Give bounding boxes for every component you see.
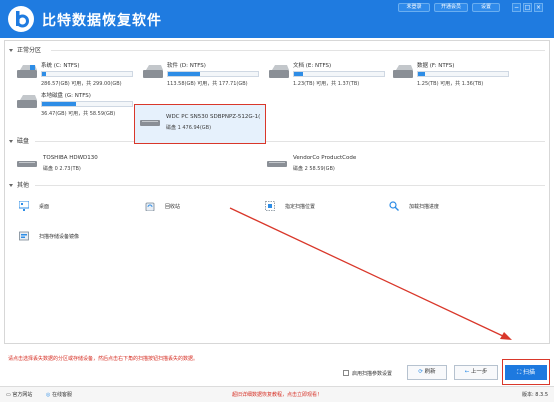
website-link[interactable]: ▭ 官方网站 <box>6 391 32 398</box>
app-logo-icon <box>8 6 34 32</box>
partition-f[interactable]: 数据 (F: NTFS) 1.25(TB) 可用，共 1.36(TB) <box>393 61 513 95</box>
section-other[interactable]: 其他 <box>9 180 29 189</box>
disk-0[interactable]: TOSHIBA HDWD130 磁盘 0 2.73(TB) <box>17 155 127 177</box>
scan-button[interactable]: ⛶ 扫描 <box>505 365 547 380</box>
app-title: 比特数据恢复软件 <box>42 13 162 29</box>
section-divider <box>35 141 545 142</box>
partition-e[interactable]: 文档 (E: NTFS) 1.23(TB) 可用，共 1.37(TB) <box>269 61 389 95</box>
status-bar: ▭ 官方网站 ◎ 在线客服 超旧详细数据恢复教程，点击立即观看！ 版本: 8.3… <box>0 386 554 402</box>
section-divider <box>35 185 545 186</box>
partition-d[interactable]: 软件 (D: NTFS) 113.58(GB) 可用，共 177.71(GB) <box>143 61 263 95</box>
instruction-hint: 请点击选择丢失数据的分区或存储设备，然后点击右下角的扫描按钮扫描丢失的数据。 <box>8 356 199 362</box>
section-partitions[interactable]: 正常分区 <box>9 45 41 54</box>
version-label: 版本: 8.3.5 <box>522 392 548 398</box>
drive-icon <box>17 95 37 108</box>
hard-disk-icon <box>267 161 287 167</box>
usage-bar <box>41 71 133 77</box>
minimize-button[interactable]: − <box>512 3 521 12</box>
hard-disk-icon <box>140 120 160 126</box>
section-disks[interactable]: 磁盘 <box>9 136 29 145</box>
tutorial-promo-link[interactable]: 超旧详细数据恢复教程，点击立即观看！ <box>232 391 322 398</box>
collapse-icon <box>9 140 13 143</box>
collapse-icon <box>9 49 13 52</box>
support-link[interactable]: ◎ 在线客服 <box>46 391 72 398</box>
disk-image-icon <box>19 231 29 241</box>
section-divider <box>51 50 545 51</box>
usage-bar <box>417 71 509 77</box>
search-icon <box>389 201 399 211</box>
vip-button[interactable]: 开通会员 <box>434 3 468 12</box>
partition-c[interactable]: 系统 (C: NTFS) 286.57(GB) 可用，共 299.00(GB) <box>17 61 137 95</box>
partition-g[interactable]: 本地磁盘 (G: NTFS) 36.47(GB) 可用，共 58.59(GB) <box>17 91 137 125</box>
usage-bar <box>293 71 385 77</box>
title-bar: 比特数据恢复软件 未登录 开通会员 设置 − □ × <box>0 0 554 38</box>
desktop-icon <box>19 201 29 211</box>
location-icon <box>265 201 275 211</box>
settings-button[interactable]: 设置 <box>472 3 500 12</box>
main-panel: 正常分区 系统 (C: NTFS) 286.57(GB) 可用，共 299.00… <box>4 40 550 344</box>
scan-params-label: 启用扫描参数设置 <box>352 371 393 377</box>
close-button[interactable]: × <box>534 3 543 12</box>
refresh-button[interactable]: ⟳ 刷新 <box>407 365 447 380</box>
usage-bar <box>167 71 259 77</box>
prev-button[interactable]: ← 上一步 <box>454 365 498 380</box>
disk-1-selected[interactable]: WDC PC SN530 SDBPNPZ-512G-1( 磁盘 1 476.94… <box>134 104 266 144</box>
drive-icon <box>393 65 413 78</box>
drive-icon <box>143 65 163 78</box>
collapse-icon <box>9 184 13 187</box>
usage-bar <box>41 101 133 107</box>
disk-1[interactable]: WDC PC SN530 SDBPNPZ-512G-1( 磁盘 1 476.94… <box>140 114 260 136</box>
recycle-bin-icon <box>145 202 155 211</box>
login-button[interactable]: 未登录 <box>398 3 430 12</box>
hard-disk-icon <box>17 161 37 167</box>
maximize-button[interactable]: □ <box>523 3 532 12</box>
scan-params-checkbox[interactable] <box>343 370 349 376</box>
drive-icon <box>269 65 289 78</box>
disk-2[interactable]: VendorCo ProductCode 磁盘 2 58.59(GB) <box>267 155 387 177</box>
drive-icon <box>17 65 37 78</box>
